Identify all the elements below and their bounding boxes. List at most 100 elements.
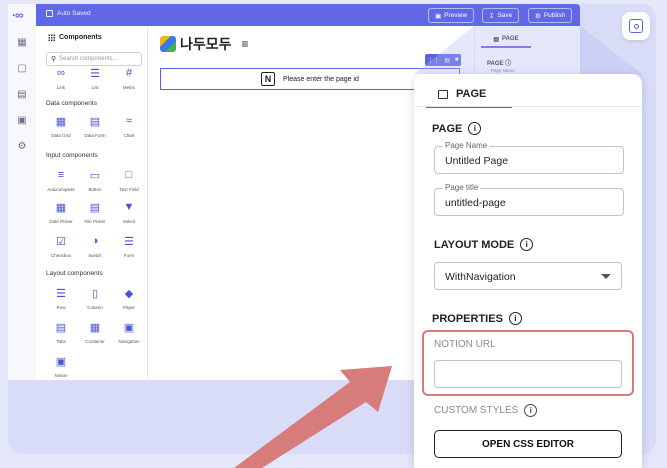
save-label: Save (497, 12, 513, 19)
component-data-form[interactable]: ▤ Data Form (80, 110, 110, 139)
component-tabs[interactable]: ▤ Tabs (46, 316, 76, 345)
monitor-icon[interactable]: ▢ (16, 62, 28, 74)
top-app-bar: Auto Saved ▣ Preview ↧ Save ⚙ Publish (36, 4, 580, 26)
page-title-label: Page title (443, 183, 481, 192)
screenshot-frame: ·∞ ▦ ▢ ▤ ▣ ⚙ Auto Saved ▣ Preview ↧ Save… (0, 0, 667, 468)
select-icon: ▼ (123, 201, 135, 213)
notion-url-label: NOTION URL (434, 339, 496, 350)
section-layout-components: Layout components (46, 270, 103, 277)
component-label: Data Grid (51, 133, 71, 138)
components-panel: Components ⚲ Search components... ∞ Link… (36, 26, 148, 380)
left-rail (8, 4, 36, 380)
page-tab-icon: ▤ (493, 36, 500, 43)
tab-divider (414, 106, 642, 107)
component-label: Text Field (119, 187, 139, 192)
component-label: Tabs (56, 339, 66, 344)
page-tab-icon (438, 89, 448, 99)
component-data-grid[interactable]: ▦ Data Grid (46, 110, 76, 139)
page-name-field[interactable]: Page Name Untitled Page (434, 141, 624, 174)
component-autocomplete[interactable]: ≡ Autocomplete (46, 164, 76, 192)
component-switch[interactable]: ◑ Switch (80, 230, 110, 258)
file-upload-icon: ▤ (89, 201, 101, 214)
autosave-label: Auto Saved (57, 10, 91, 17)
component-link[interactable]: ∞ Link (46, 62, 76, 90)
open-css-editor-button[interactable]: OPEN CSS EDITOR (434, 430, 622, 458)
brand: 나두모두 ≡ (160, 34, 249, 54)
panel-page-name-label: Page Name (491, 68, 515, 73)
component-list[interactable]: ☰ List (80, 62, 110, 91)
component-row[interactable]: ☰ Row (46, 282, 76, 311)
info-icon[interactable]: ⓘ (505, 61, 511, 67)
grid-icon[interactable]: ▦ (16, 36, 28, 48)
component-notion[interactable]: ▣ Notion (46, 350, 76, 379)
component-label: Container (85, 339, 105, 344)
publish-label: Publish (543, 12, 566, 19)
copy-icon[interactable]: ▤ (444, 57, 450, 64)
component-form[interactable]: ☰ Form (114, 230, 144, 259)
chevron-down-icon (601, 274, 611, 279)
gear-icon[interactable]: ⚙ (16, 140, 28, 152)
table-icon: ▦ (55, 115, 67, 128)
drag-handle-icon[interactable]: ⋮⋮ (427, 57, 439, 64)
component-label: Date Picker (49, 219, 73, 224)
component-label: Link (56, 85, 66, 90)
delete-icon[interactable]: ■ (455, 57, 459, 63)
notion-url-input[interactable] (434, 360, 622, 388)
component-column[interactable]: ▯ Column (80, 282, 110, 311)
component-label: Checkbox (50, 253, 71, 258)
component-label: Navigation (118, 339, 140, 344)
menu-icon[interactable]: ≡ (242, 37, 249, 51)
form-icon[interactable]: ▤ (16, 88, 28, 100)
info-icon[interactable]: i (468, 122, 482, 135)
brand-text: 나두모두 (180, 36, 232, 52)
zoom-tab-page-label: PAGE (456, 88, 487, 100)
notion-icon: N (261, 72, 276, 86)
component-label: Select (122, 219, 136, 224)
block-toolbar[interactable]: ⋮⋮ ▤ ■ (425, 54, 461, 66)
panel-page-heading: PAGE ⓘ (487, 58, 511, 67)
screenshot-button[interactable] (622, 12, 650, 40)
page-heading-text: PAGE (432, 122, 463, 135)
component-label: File Picker (84, 219, 106, 224)
info-icon[interactable]: i (520, 238, 534, 251)
info-icon[interactable]: i (508, 312, 522, 325)
component-label: Data Form (84, 133, 106, 138)
preview-button[interactable]: ▣ Preview (428, 8, 475, 23)
layout-mode-heading-text: LAYOUT MODE (434, 238, 515, 251)
columns-icon: ▯ (91, 287, 99, 300)
chart-icon: ≈ (125, 115, 133, 127)
component-container[interactable]: ▦ Container (80, 316, 110, 345)
layout-mode-select[interactable]: WithNavigation (434, 262, 622, 290)
component-file-picker[interactable]: ▤ File Picker (80, 196, 110, 225)
save-button[interactable]: ↧ Save (482, 8, 520, 23)
component-label: Notion (54, 373, 68, 378)
briefcase-icon[interactable]: ▣ (16, 114, 28, 126)
page-title-field[interactable]: Page title untitled-page (434, 183, 624, 216)
component-select[interactable]: ▼ Select (114, 196, 144, 224)
preview-icon: ▣ (435, 12, 442, 20)
publish-button[interactable]: ⚙ Publish (528, 8, 573, 23)
component-label: Button (88, 187, 102, 192)
component-metric[interactable]: # Metric (114, 62, 144, 90)
component-checkbox[interactable]: ☑ Checkbox (46, 230, 76, 259)
component-button[interactable]: ▭ Button (80, 164, 110, 193)
navigation-icon: ▣ (123, 321, 135, 334)
component-date-picker[interactable]: ▦ Date Picker (46, 196, 76, 225)
button-icon: ▭ (89, 169, 101, 182)
component-paper[interactable]: ◆ Paper (114, 282, 144, 311)
notion-placeholder-text: Please enter the page id (283, 75, 359, 83)
tab-page[interactable]: ▤ PAGE (481, 32, 531, 48)
info-icon[interactable]: i (524, 404, 538, 417)
component-chart[interactable]: ≈ Chart (114, 110, 144, 138)
text-field-icon: □ (125, 169, 133, 181)
zoom-tab-page[interactable]: PAGE (426, 82, 512, 108)
layout-mode-value: WithNavigation (445, 271, 516, 283)
form-icon: ▤ (89, 115, 101, 128)
app-logo: ·∞ (12, 8, 24, 22)
container-icon: ▦ (89, 321, 101, 334)
page-heading: PAGE i (432, 122, 482, 135)
component-text-field[interactable]: □ Text Field (114, 164, 144, 192)
component-navigation[interactable]: ▣ Navigation (114, 316, 144, 345)
tab-page-label: PAGE (502, 36, 519, 42)
component-label: Metric (122, 85, 136, 90)
